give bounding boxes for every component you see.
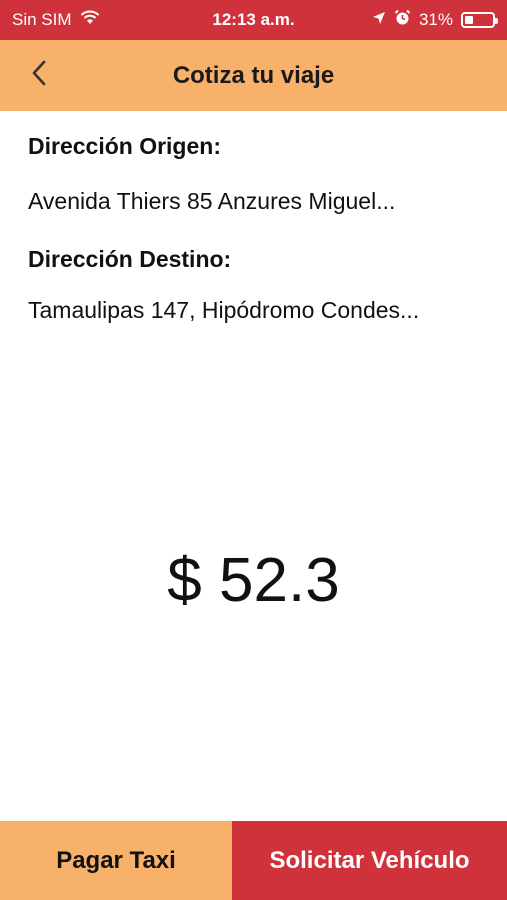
request-vehicle-button[interactable]: Solicitar Vehículo (232, 821, 507, 900)
quote-price: $ 52.3 (167, 546, 340, 615)
chevron-left-icon (31, 59, 47, 92)
wifi-icon (80, 10, 100, 30)
destination-label: Dirección Destino: (28, 246, 232, 272)
app-screen: Sin SIM 12:13 a.m. 31% Cotiza tu viaje D… (0, 0, 507, 900)
page-title: Cotiza tu viaje (172, 61, 335, 89)
status-bar: Sin SIM 12:13 a.m. 31% (0, 0, 507, 40)
back-button[interactable] (22, 58, 56, 92)
battery-icon (461, 12, 498, 28)
destination-address: Tamaulipas 147, Hipódromo Condes... (28, 297, 420, 323)
navigation-bar: Cotiza tu viaje (0, 40, 507, 111)
battery-level (465, 16, 473, 24)
alarm-icon (394, 9, 411, 31)
origin-label: Dirección Origen: (28, 133, 221, 159)
carrier-label: Sin SIM (12, 10, 72, 29)
pay-taxi-button[interactable]: Pagar Taxi (0, 821, 232, 900)
battery-percent: 31% (418, 10, 453, 29)
action-bar: Pagar Taxi Solicitar Vehículo (0, 821, 507, 900)
location-arrow-icon (372, 10, 386, 30)
origin-address: Avenida Thiers 85 Anzures Miguel... (28, 188, 396, 214)
status-left: Sin SIM (12, 10, 100, 30)
status-right: 31% (372, 9, 498, 31)
